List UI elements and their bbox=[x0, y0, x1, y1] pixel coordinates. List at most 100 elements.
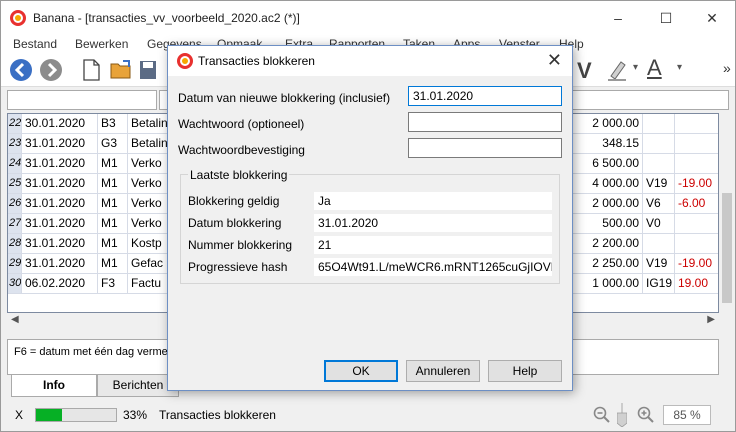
description-cell[interactable]: Betalin bbox=[128, 134, 168, 153]
password-input[interactable] bbox=[408, 112, 562, 132]
menu-bewerken[interactable]: Bewerken bbox=[75, 37, 128, 51]
description-cell[interactable]: Factu bbox=[128, 274, 168, 293]
description-cell[interactable]: Verko bbox=[128, 194, 168, 213]
dialog-close-icon[interactable]: ✕ bbox=[547, 50, 562, 71]
highlighter-icon[interactable] bbox=[605, 58, 629, 82]
zoom-slider-icon[interactable] bbox=[617, 403, 627, 427]
date-cell[interactable]: 31.01.2020 bbox=[22, 134, 98, 153]
last-lock-group-title: Laatste blokkering bbox=[188, 168, 290, 182]
row-number[interactable]: 26 bbox=[8, 194, 22, 213]
amount-cell[interactable]: 2 000.00 bbox=[563, 114, 643, 133]
vat-amount-cell[interactable] bbox=[675, 134, 718, 153]
help-button[interactable]: Help bbox=[488, 360, 562, 382]
vat-amount-cell[interactable] bbox=[675, 154, 718, 173]
lock-number-value: 21 bbox=[314, 236, 552, 254]
date-cell[interactable]: 06.02.2020 bbox=[22, 274, 98, 293]
vat-amount-cell[interactable] bbox=[675, 234, 718, 253]
menu-bestand[interactable]: Bestand bbox=[13, 37, 57, 51]
doc-cell[interactable]: M1 bbox=[98, 194, 128, 213]
new-file-icon[interactable] bbox=[79, 58, 103, 82]
description-cell[interactable]: Kostp bbox=[128, 234, 168, 253]
vat-code-cell[interactable] bbox=[643, 234, 675, 253]
cancel-button[interactable]: Annuleren bbox=[406, 360, 480, 382]
vat-code-cell[interactable] bbox=[643, 114, 675, 133]
description-cell[interactable]: Verko bbox=[128, 174, 168, 193]
date-cell[interactable]: 31.01.2020 bbox=[22, 214, 98, 233]
vat-amount-cell[interactable]: 19.00 bbox=[675, 274, 718, 293]
forward-icon[interactable] bbox=[39, 58, 63, 82]
status-close-button[interactable]: X bbox=[15, 408, 23, 422]
date-cell[interactable]: 31.01.2020 bbox=[22, 194, 98, 213]
maximize-button[interactable]: ☐ bbox=[643, 1, 689, 35]
date-cell[interactable]: 31.01.2020 bbox=[22, 174, 98, 193]
vertical-scrollbar-thumb[interactable] bbox=[722, 193, 732, 303]
row-number[interactable]: 25 bbox=[8, 174, 22, 193]
minimize-button[interactable]: – bbox=[595, 1, 641, 35]
doc-cell[interactable]: G3 bbox=[98, 134, 128, 153]
doc-cell[interactable]: M1 bbox=[98, 254, 128, 273]
tab-info[interactable]: Info bbox=[11, 375, 97, 397]
doc-cell[interactable]: F3 bbox=[98, 274, 128, 293]
doc-cell[interactable]: M1 bbox=[98, 174, 128, 193]
zoom-level[interactable]: 85 % bbox=[663, 405, 711, 425]
close-button[interactable]: ✕ bbox=[689, 1, 735, 35]
date-cell[interactable]: 31.01.2020 bbox=[22, 254, 98, 273]
date-cell[interactable]: 31.01.2020 bbox=[22, 234, 98, 253]
vat-code-cell[interactable] bbox=[643, 154, 675, 173]
vat-amount-cell[interactable]: -6.00 bbox=[675, 194, 718, 213]
description-cell[interactable]: Verko bbox=[128, 154, 168, 173]
doc-cell[interactable]: M1 bbox=[98, 154, 128, 173]
zoom-in-icon[interactable] bbox=[637, 406, 655, 424]
amount-cell[interactable]: 348.15 bbox=[563, 134, 643, 153]
save-icon[interactable] bbox=[139, 58, 157, 82]
description-cell[interactable]: Gefac bbox=[128, 254, 168, 273]
font-color-button[interactable]: A bbox=[647, 55, 662, 81]
row-number[interactable]: 28 bbox=[8, 234, 22, 253]
vat-amount-cell[interactable]: -19.00 bbox=[675, 174, 718, 193]
amount-cell[interactable]: 1 000.00 bbox=[563, 274, 643, 293]
vat-code-cell[interactable]: V19 bbox=[643, 174, 675, 193]
row-number[interactable]: 27 bbox=[8, 214, 22, 233]
vat-code-cell[interactable]: V19 bbox=[643, 254, 675, 273]
password-confirm-input[interactable] bbox=[408, 138, 562, 158]
amount-cell[interactable]: 2 000.00 bbox=[563, 194, 643, 213]
vat-amount-cell[interactable] bbox=[675, 114, 718, 133]
row-number[interactable]: 24 bbox=[8, 154, 22, 173]
amount-cell[interactable]: 2 200.00 bbox=[563, 234, 643, 253]
row-number[interactable]: 23 bbox=[8, 134, 22, 153]
amount-cell[interactable]: 6 500.00 bbox=[563, 154, 643, 173]
highlighter-dropdown-icon[interactable]: ▾ bbox=[633, 62, 638, 73]
amount-cell[interactable]: 500.00 bbox=[563, 214, 643, 233]
vat-code-cell[interactable]: V6 bbox=[643, 194, 675, 213]
date-cell[interactable]: 30.01.2020 bbox=[22, 114, 98, 133]
vertical-scrollbar[interactable] bbox=[719, 113, 735, 313]
toolbar-overflow-icon[interactable]: » bbox=[723, 60, 731, 76]
status-bar: X 33% Transacties blokkeren 85 % bbox=[1, 399, 735, 431]
scroll-right-icon[interactable]: ▶ bbox=[707, 314, 715, 325]
description-cell[interactable]: Verko bbox=[128, 214, 168, 233]
doc-cell[interactable]: B3 bbox=[98, 114, 128, 133]
vat-code-cell[interactable]: V0 bbox=[643, 214, 675, 233]
doc-cell[interactable]: M1 bbox=[98, 214, 128, 233]
open-folder-icon[interactable] bbox=[109, 58, 133, 82]
back-icon[interactable] bbox=[9, 58, 33, 82]
font-color-dropdown-icon[interactable]: ▾ bbox=[677, 62, 682, 73]
vat-amount-cell[interactable]: -19.00 bbox=[675, 254, 718, 273]
amount-cell[interactable]: 4 000.00 bbox=[563, 174, 643, 193]
date-cell[interactable]: 31.01.2020 bbox=[22, 154, 98, 173]
scroll-left-icon[interactable]: ◀ bbox=[11, 314, 19, 325]
format-button[interactable]: V bbox=[577, 58, 592, 84]
doc-cell[interactable]: M1 bbox=[98, 234, 128, 253]
zoom-out-icon[interactable] bbox=[593, 406, 611, 424]
vat-code-cell[interactable] bbox=[643, 134, 675, 153]
date-input[interactable]: 31.01.2020 bbox=[408, 86, 562, 106]
vat-code-cell[interactable]: IG19 bbox=[643, 274, 675, 293]
amount-cell[interactable]: 2 250.00 bbox=[563, 254, 643, 273]
row-number[interactable]: 22 bbox=[8, 114, 22, 133]
cell-reference-field[interactable] bbox=[7, 90, 157, 110]
description-cell[interactable]: Betalin bbox=[128, 114, 168, 133]
ok-button[interactable]: OK bbox=[324, 360, 398, 382]
row-number[interactable]: 29 bbox=[8, 254, 22, 273]
vat-amount-cell[interactable] bbox=[675, 214, 718, 233]
row-number[interactable]: 30 bbox=[8, 274, 22, 293]
